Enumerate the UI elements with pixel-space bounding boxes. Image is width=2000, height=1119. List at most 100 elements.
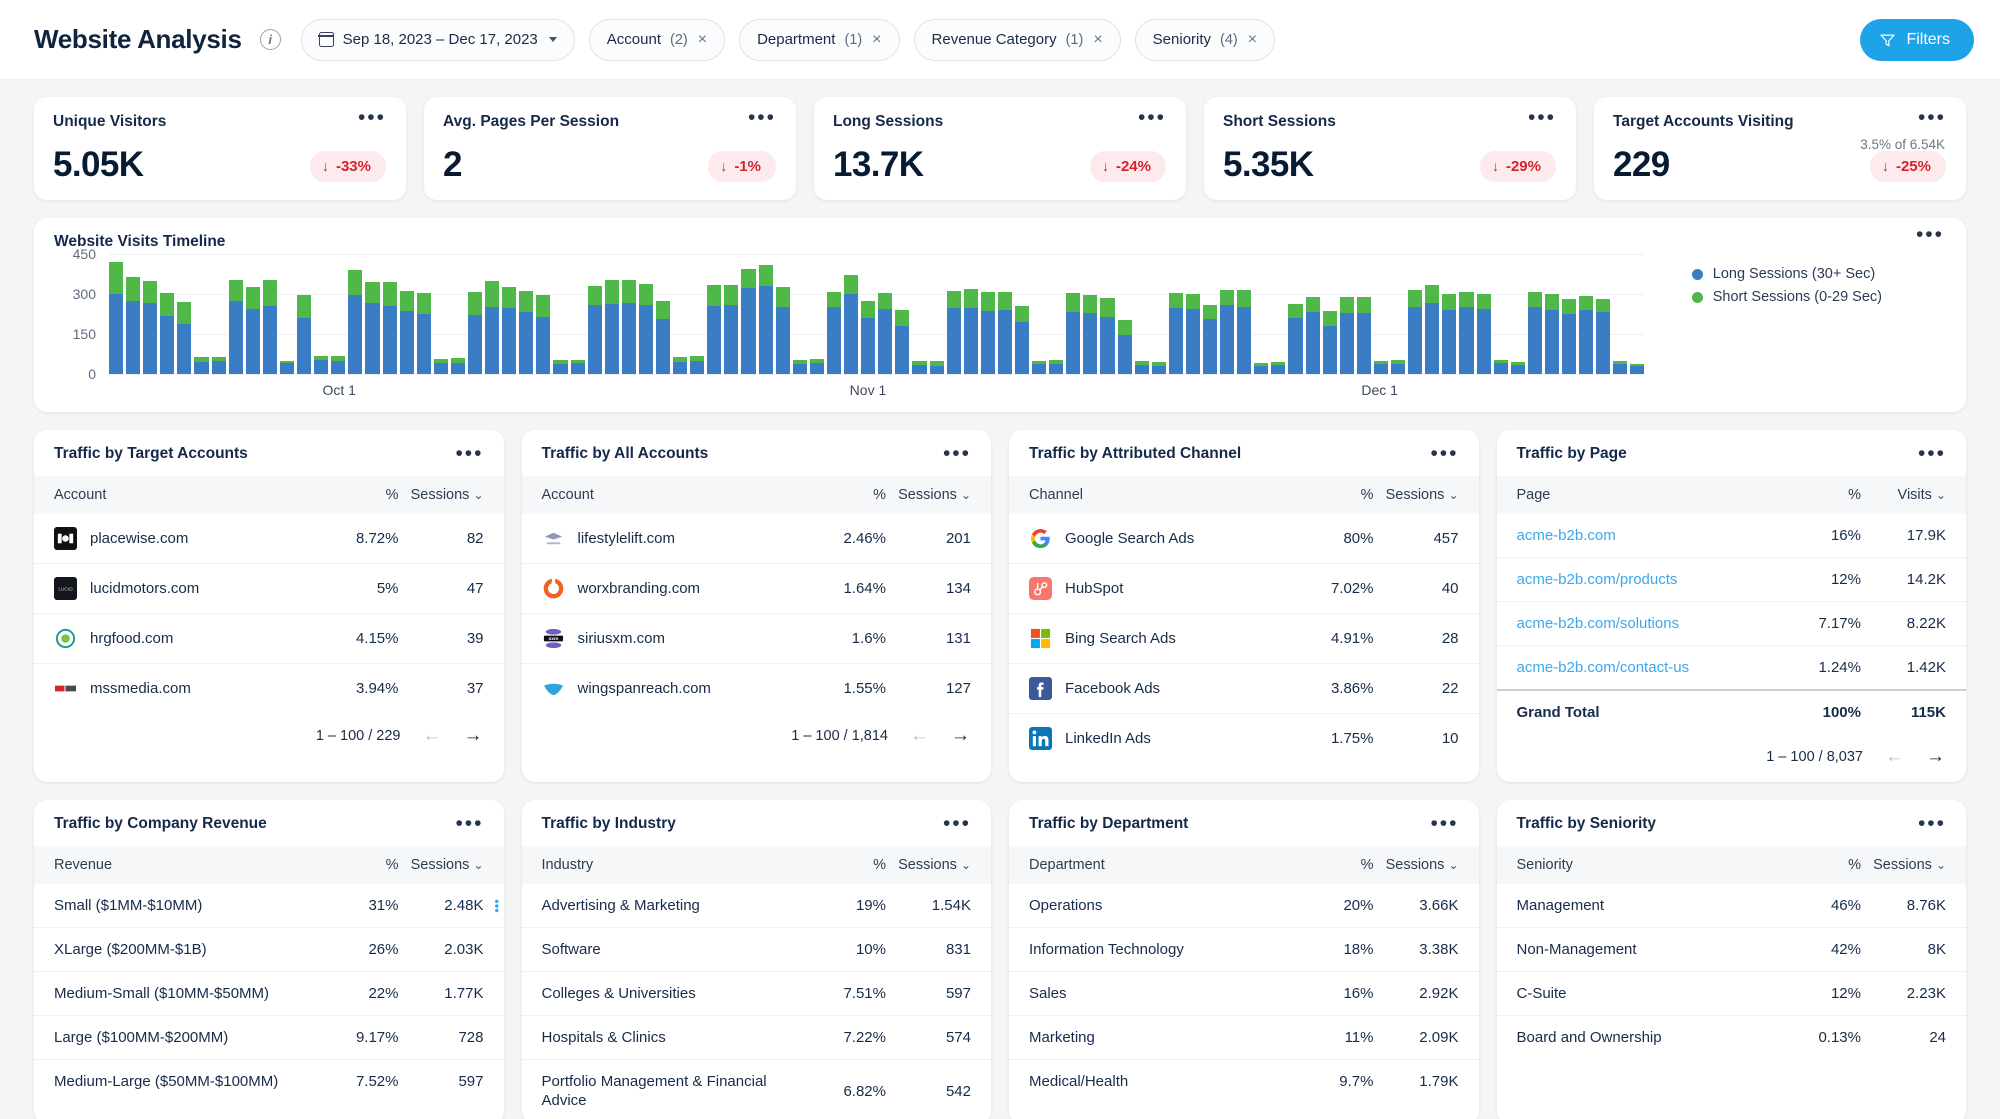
chart-bar[interactable] xyxy=(929,361,944,374)
chart-bar[interactable] xyxy=(673,357,688,374)
chart-bar[interactable] xyxy=(143,280,158,374)
next-page-button[interactable]: → xyxy=(464,725,483,747)
column-header-percent[interactable]: % xyxy=(791,846,886,884)
table-row[interactable]: sxm siriusxm.com 1.6% 131 xyxy=(521,613,991,664)
chart-bar[interactable] xyxy=(1185,294,1200,374)
chart-bar[interactable] xyxy=(1220,290,1235,374)
chart-bar[interactable] xyxy=(1322,311,1337,374)
chart-bar[interactable] xyxy=(1032,360,1047,374)
chart-bar[interactable] xyxy=(467,291,483,374)
column-header-percent[interactable]: % xyxy=(303,846,399,884)
close-icon[interactable]: × xyxy=(697,31,707,48)
chart-bar[interactable] xyxy=(416,293,431,374)
chart-bar[interactable] xyxy=(656,301,671,374)
kpi-menu-button[interactable]: ••• xyxy=(358,107,386,128)
chart-bar[interactable] xyxy=(809,359,824,374)
close-icon[interactable]: × xyxy=(871,31,881,48)
chart-bar[interactable] xyxy=(519,290,534,374)
chart-bar[interactable] xyxy=(126,277,141,374)
table-row[interactable]: Large ($100MM-$200MM) 9.17% 728 xyxy=(34,1015,504,1060)
column-header-account[interactable]: Account xyxy=(521,476,791,514)
table-row[interactable]: wingspanreach.com 1.55% 127 xyxy=(522,664,992,714)
table-row[interactable]: Portfolio Management & Financial Advice … xyxy=(522,1060,992,1119)
table-row[interactable]: Board and Ownership 0.13% 24 xyxy=(1497,1016,1967,1060)
chart-bar[interactable] xyxy=(792,360,807,374)
panel-menu-button[interactable]: ••• xyxy=(1918,443,1946,464)
table-row[interactable]: LinkedIn Ads 1.75% 10 xyxy=(1009,714,1479,764)
table-row[interactable]: placewise.com 8.72% 82 xyxy=(34,514,504,564)
kpi-menu-button[interactable]: ••• xyxy=(1138,107,1166,128)
chart-bar[interactable] xyxy=(1596,298,1611,374)
panel-menu-button[interactable]: ••• xyxy=(455,813,483,834)
chart-bar[interactable] xyxy=(861,300,876,374)
column-header-seniority[interactable]: Seniority xyxy=(1496,846,1766,884)
table-row[interactable]: Facebook Ads 3.86% 22 xyxy=(1009,663,1479,714)
date-range-picker[interactable]: Sep 18, 2023 – Dec 17, 2023 xyxy=(300,18,575,61)
chart-bar[interactable] xyxy=(194,357,209,374)
chart-bar[interactable] xyxy=(433,358,448,374)
chart-bar[interactable] xyxy=(160,293,175,374)
chart-bar[interactable] xyxy=(502,286,517,374)
table-row[interactable]: acme-b2b.com/contact-us 1.24% 1.42K xyxy=(1496,645,1966,691)
chart-bar[interactable] xyxy=(707,284,722,374)
table-row[interactable]: Non-Management 42% 8K xyxy=(1496,927,1966,972)
table-row[interactable]: Medical/Health 9.7% 1.79K xyxy=(1009,1060,1479,1104)
table-row[interactable]: acme-b2b.com/products 12% 14.2K xyxy=(1496,557,1966,602)
previous-page-button[interactable]: ← xyxy=(910,725,929,747)
chart-bar[interactable] xyxy=(1579,295,1594,374)
page-link[interactable]: acme-b2b.com/solutions xyxy=(1517,615,1680,632)
chart-bar[interactable] xyxy=(895,310,910,374)
chart-bar[interactable] xyxy=(1203,304,1218,374)
chart-bar[interactable] xyxy=(314,355,329,374)
kpi-menu-button[interactable]: ••• xyxy=(1528,107,1556,128)
chart-bar[interactable] xyxy=(1117,319,1132,374)
chart-bar[interactable] xyxy=(1613,360,1628,374)
column-header-sessions[interactable]: Sessions ⌄ xyxy=(398,846,504,884)
chart-bar[interactable] xyxy=(1049,359,1064,374)
table-row[interactable]: Software 10% 831 xyxy=(521,927,991,972)
column-header-account[interactable]: Account xyxy=(34,476,304,514)
row-menu-button[interactable]: ••• xyxy=(490,899,504,913)
chart-bar[interactable] xyxy=(1151,362,1166,374)
table-row[interactable]: C-Suite 12% 2.23K xyxy=(1496,971,1966,1016)
panel-menu-button[interactable]: ••• xyxy=(1918,813,1946,834)
chart-bar[interactable] xyxy=(279,360,295,374)
column-header-sessions[interactable]: Sessions ⌄ xyxy=(1861,846,1966,884)
chart-bar[interactable] xyxy=(1476,294,1491,374)
column-header-percent[interactable]: % xyxy=(1766,846,1861,884)
chart-bar[interactable] xyxy=(1014,306,1030,374)
table-row[interactable]: Small ($1MM-$10MM) 31% 2.48K ••• xyxy=(34,884,504,928)
chart-bar[interactable] xyxy=(946,290,961,374)
chart-bar[interactable] xyxy=(1459,291,1474,374)
table-row[interactable]: worxbranding.com 1.64% 134 xyxy=(521,563,991,614)
chart-bar[interactable] xyxy=(741,268,756,374)
chart-bar[interactable] xyxy=(1254,363,1269,374)
chart-bar[interactable] xyxy=(382,282,397,374)
panel-menu-button[interactable]: ••• xyxy=(943,443,971,464)
table-row[interactable]: Google Search Ads 80% 457 xyxy=(1009,514,1479,564)
chart-bar[interactable] xyxy=(1391,360,1406,374)
kpi-menu-button[interactable]: ••• xyxy=(748,107,776,128)
chart-bar[interactable] xyxy=(912,361,927,374)
column-header-channel[interactable]: Channel xyxy=(1009,476,1279,514)
column-header-revenue[interactable]: Revenue xyxy=(34,846,304,884)
chart-bar[interactable] xyxy=(109,261,124,374)
chart-bar[interactable] xyxy=(758,265,773,374)
column-header-percent[interactable]: % xyxy=(1278,476,1374,514)
column-header-percent[interactable]: % xyxy=(791,476,886,514)
table-row[interactable]: Advertising & Marketing 19% 1.54K xyxy=(521,884,991,928)
chart-bar[interactable] xyxy=(1066,292,1081,374)
chart-bar[interactable] xyxy=(1408,289,1423,374)
chart-bar[interactable] xyxy=(1544,294,1559,374)
chart-bar[interactable] xyxy=(1168,292,1183,374)
chart-bar[interactable] xyxy=(485,280,500,374)
chart-bar[interactable] xyxy=(553,360,568,374)
column-header-sessions[interactable]: Sessions ⌄ xyxy=(886,476,991,514)
chart-bar[interactable] xyxy=(1305,296,1320,374)
info-icon[interactable]: i xyxy=(259,29,281,50)
table-row[interactable]: Medium-Small ($10MM-$50MM) 22% 1.77K xyxy=(34,971,504,1016)
chart-bar[interactable] xyxy=(450,358,465,374)
chart-bar[interactable] xyxy=(228,280,243,374)
chart-bar[interactable] xyxy=(963,289,978,374)
chart-bar[interactable] xyxy=(536,294,551,374)
